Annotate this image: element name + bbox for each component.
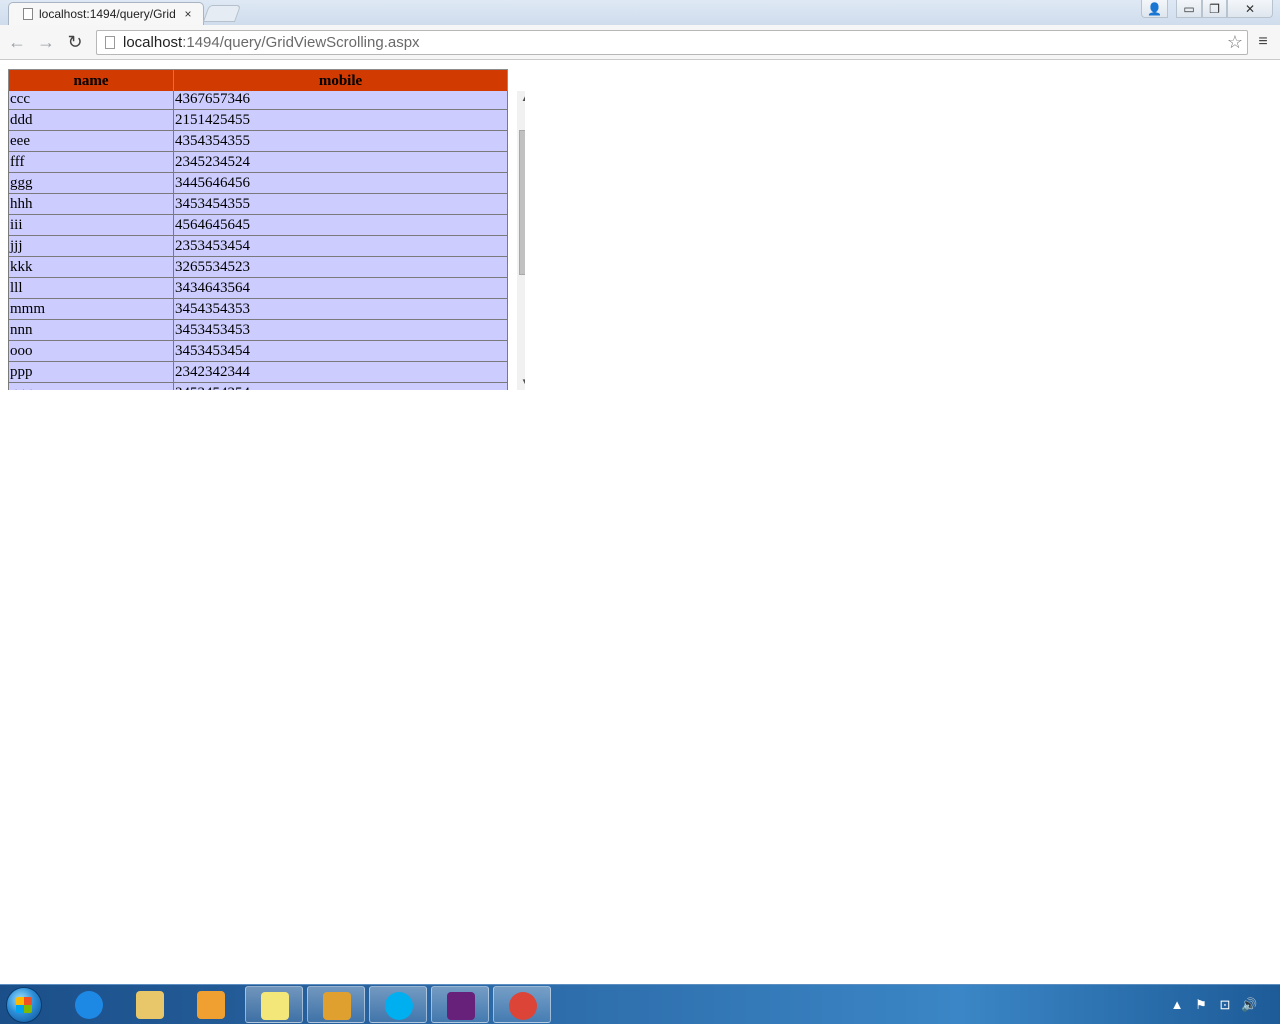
back-icon[interactable]: ← — [7, 32, 27, 52]
cell-name: ddd — [8, 109, 174, 131]
table-row: qqq3453454354 — [8, 382, 508, 390]
cell-name: iii — [8, 214, 174, 236]
cleaner-icon — [323, 992, 351, 1020]
cell-name: eee — [8, 130, 174, 152]
scroll-down-arrow-icon[interactable]: ▼ — [517, 374, 525, 390]
taskbar-button[interactable] — [493, 986, 551, 1023]
cell-mobile: 3453453454 — [173, 340, 508, 362]
browser-tabstrip: localhost:1494/query/Grid × 👤 ▭ ❐ ✕ — [0, 0, 1280, 25]
cell-name: kkk — [8, 256, 174, 278]
table-row: ccc 4367657346 — [8, 91, 508, 110]
cell-name: fff — [8, 151, 174, 173]
cell-mobile: 2151425455 — [173, 109, 508, 131]
cell-mobile: 3445646456 — [173, 172, 508, 194]
cell-name: ggg — [8, 172, 174, 194]
table-row: fff 2345234524 — [8, 151, 508, 173]
table-row: iii 4564645645 — [8, 214, 508, 236]
url-path: :1494/query/GridViewScrolling.aspx — [182, 34, 420, 51]
network-icon[interactable]: ⊡ — [1217, 997, 1233, 1013]
internet-explorer-icon — [75, 991, 103, 1019]
scrollbar-thumb[interactable] — [519, 130, 525, 275]
taskbar-button[interactable] — [60, 986, 118, 1023]
table-row: nnn 3453453453 — [8, 319, 508, 341]
table-row: ooo 3453453454 — [8, 340, 508, 362]
taskbar-button[interactable] — [431, 986, 489, 1023]
taskbar-button[interactable] — [245, 986, 303, 1023]
chrome-menu-icon[interactable]: ≡ — [1255, 34, 1271, 50]
cell-mobile: 4564645645 — [173, 214, 508, 236]
cell-mobile: 3265534523 — [173, 256, 508, 278]
cell-name: ccc — [8, 91, 174, 110]
cell-name: ppp — [8, 361, 174, 383]
visual-studio-icon — [447, 992, 475, 1020]
forward-icon[interactable]: → — [36, 32, 56, 52]
url-host: localhost — [123, 34, 183, 51]
cell-mobile: 2345234524 — [173, 151, 508, 173]
table-row: ppp 2342342344 — [8, 361, 508, 383]
scroll-up-arrow-icon[interactable]: ▲ — [517, 91, 525, 107]
media-player-icon — [197, 991, 225, 1019]
vertical-scrollbar[interactable]: ▲ ▼ — [517, 91, 525, 390]
grid-scroll-area[interactable]: ccc 4367657346 ddd 2151425455 eee 4354354355 f… — [8, 91, 525, 390]
restore-button[interactable]: ❐ — [1202, 0, 1227, 18]
cell-mobile: 3453454354 — [173, 382, 508, 390]
cell-mobile: 3454354353 — [173, 298, 508, 320]
table-row: hhh 3453454355 — [8, 193, 508, 215]
cell-name: hhh — [8, 193, 174, 215]
cell-name: mmm — [8, 298, 174, 320]
cell-name: jjj — [8, 235, 174, 257]
url-text[interactable]: localhost:1494/query/GridViewScrolling.a… — [123, 34, 1223, 51]
cell-name: qqq — [8, 382, 174, 390]
table-row: eee 4354354355 — [8, 130, 508, 152]
table-row: kkk 3265534523 — [8, 256, 508, 278]
taskbar-button[interactable] — [121, 986, 179, 1023]
browser-toolbar: ← → ↻ localhost:1494/query/GridViewScrol… — [0, 25, 1280, 60]
address-bar[interactable]: localhost:1494/query/GridViewScrolling.a… — [96, 30, 1248, 55]
volume-icon[interactable]: 🔊 — [1241, 997, 1257, 1013]
new-tab-button[interactable] — [202, 5, 242, 22]
table-row: mmm 3454354353 — [8, 298, 508, 320]
column-header-mobile: mobile — [173, 69, 508, 93]
close-window-button[interactable]: ✕ — [1227, 0, 1273, 18]
cell-name: nnn — [8, 319, 174, 341]
browser-tab[interactable]: localhost:1494/query/Grid × — [8, 2, 204, 25]
cell-name: lll — [8, 277, 174, 299]
tab-close-icon[interactable]: × — [181, 7, 195, 21]
table-row: ggg 3445646456 — [8, 172, 508, 194]
page-info-icon[interactable] — [105, 36, 115, 49]
skype-icon — [385, 992, 413, 1020]
cell-mobile: 3434643564 — [173, 277, 508, 299]
table-row: lll 3434643564 — [8, 277, 508, 299]
reload-icon[interactable]: ↻ — [65, 32, 85, 52]
tab-title: localhost:1494/query/Grid — [39, 7, 176, 21]
table-row: ddd 2151425455 — [8, 109, 508, 131]
cell-mobile: 2353453454 — [173, 235, 508, 257]
taskbar-button[interactable] — [369, 986, 427, 1023]
minimize-button[interactable]: ▭ — [1176, 0, 1202, 18]
start-button[interactable] — [6, 987, 42, 1023]
taskbar-button[interactable] — [182, 986, 240, 1023]
column-header-name: name — [8, 69, 174, 93]
action-center-flag-icon[interactable]: ⚑ — [1193, 997, 1209, 1013]
grid-header: name mobile — [8, 69, 508, 93]
sticky-notes-icon — [261, 992, 289, 1020]
windows-logo-icon — [16, 997, 32, 1013]
cell-name: ooo — [8, 340, 174, 362]
file-explorer-icon — [136, 991, 164, 1019]
table-row: jjj 2353453454 — [8, 235, 508, 257]
taskbar-button[interactable] — [307, 986, 365, 1023]
cell-mobile: 4367657346 — [173, 91, 508, 110]
taskbar: ▲ ⚑ ⊡ 🔊 — [0, 984, 1280, 1024]
cell-mobile: 3453454355 — [173, 193, 508, 215]
chrome-icon — [509, 992, 537, 1020]
show-hidden-icons-icon[interactable]: ▲ — [1169, 997, 1185, 1013]
cell-mobile: 3453453453 — [173, 319, 508, 341]
user-icon[interactable]: 👤 — [1141, 0, 1168, 18]
page-icon — [23, 8, 33, 20]
bookmark-star-icon[interactable]: ☆ — [1223, 32, 1247, 53]
grid-body: ccc 4367657346 ddd 2151425455 eee 4354354355 f… — [8, 91, 508, 390]
cell-mobile: 2342342344 — [173, 361, 508, 383]
cell-mobile: 4354354355 — [173, 130, 508, 152]
